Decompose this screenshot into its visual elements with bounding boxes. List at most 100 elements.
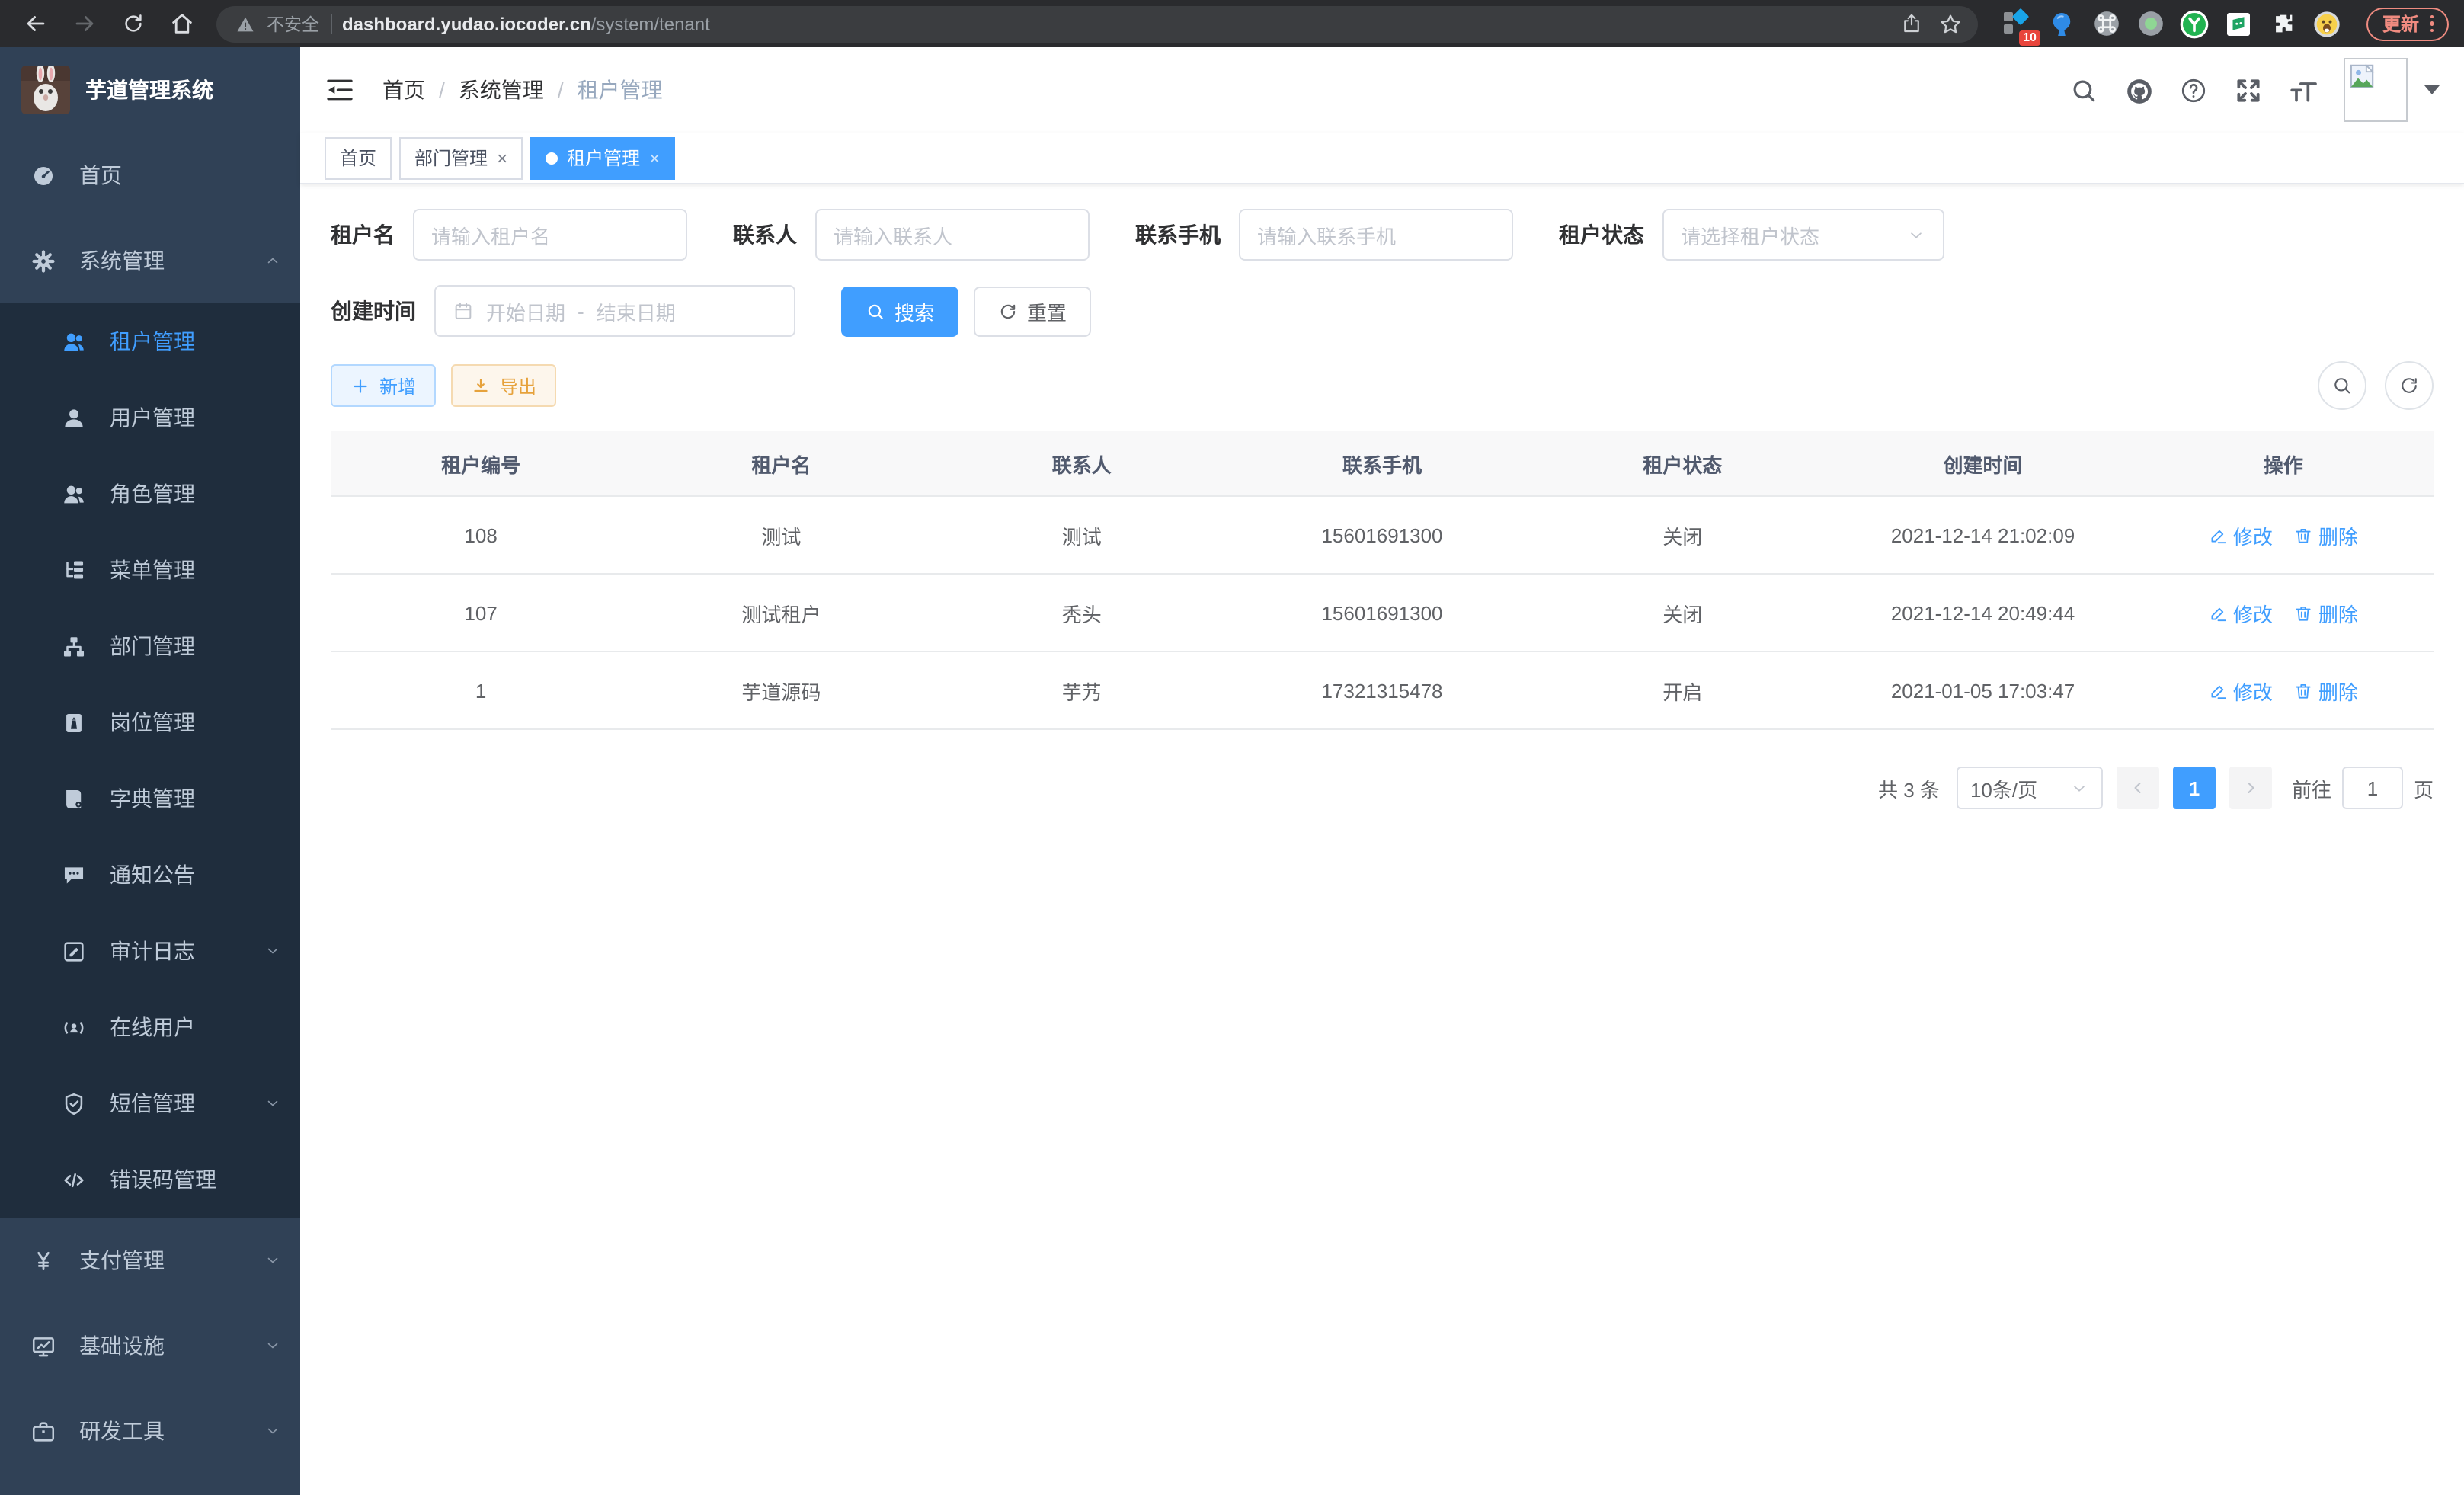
caret-down-icon[interactable] xyxy=(2424,85,2440,94)
sidebar-item-label: 菜单管理 xyxy=(110,555,195,585)
show-search-toggle-button[interactable] xyxy=(2318,361,2366,410)
fullscreen-icon[interactable] xyxy=(2234,75,2263,104)
sidebar-item-9[interactable]: 通知公告 xyxy=(0,837,300,913)
next-page-button[interactable] xyxy=(2229,767,2272,809)
extension-record-icon[interactable] xyxy=(2136,8,2166,39)
table-row-0: 108测试测试15601691300关闭2021-12-14 21:02:09修… xyxy=(331,496,2434,574)
sidebar-logo[interactable]: 芋道管理系统 xyxy=(0,47,300,133)
sidebar-toggle-icon[interactable] xyxy=(325,75,355,105)
calendar-icon xyxy=(453,300,474,322)
sidebar-item-1[interactable]: 系统管理 xyxy=(0,218,300,303)
refresh-table-button[interactable] xyxy=(2385,361,2434,410)
chrome-update-button[interactable]: 更新 xyxy=(2367,7,2449,40)
delete-link[interactable]: 删除 xyxy=(2294,520,2358,549)
more-kebab-icon[interactable] xyxy=(2430,15,2434,33)
pagination: 共 3 条 10条/页 1 前往 1 页 xyxy=(331,767,2434,809)
avatar[interactable] xyxy=(2344,58,2408,122)
extension-balloon-icon[interactable] xyxy=(2047,8,2078,39)
page-number-button[interactable]: 1 xyxy=(2173,767,2216,809)
sidebar-item-4[interactable]: 角色管理 xyxy=(0,456,300,532)
back-icon[interactable] xyxy=(15,4,55,43)
cell-id: 1 xyxy=(331,651,631,729)
contact-input[interactable]: 请输入联系人 xyxy=(815,209,1090,261)
security-label[interactable]: 不安全 xyxy=(267,11,319,36)
users-icon xyxy=(61,328,87,354)
sidebar-item-12[interactable]: 短信管理 xyxy=(0,1065,300,1141)
sidebar-item-6[interactable]: 部门管理 xyxy=(0,608,300,684)
column-header-4: 租户状态 xyxy=(1532,431,1832,496)
add-button[interactable]: 新增 xyxy=(331,364,436,407)
close-icon[interactable]: × xyxy=(649,149,660,167)
url-bar[interactable]: 不安全 dashboard.yudao.iocoder.cn/system/te… xyxy=(216,5,1979,42)
cell-status: 关闭 xyxy=(1532,496,1832,574)
sidebar-item-8[interactable]: 字典管理 xyxy=(0,760,300,837)
reload-icon[interactable] xyxy=(113,4,152,43)
edit-link[interactable]: 修改 xyxy=(2209,520,2273,549)
sidebar-item-3[interactable]: 用户管理 xyxy=(0,379,300,456)
search-icon xyxy=(2331,375,2353,396)
search-button[interactable]: 搜索 xyxy=(841,286,958,336)
chevron-down-icon xyxy=(2069,778,2089,798)
reset-button[interactable]: 重置 xyxy=(974,286,1091,336)
breadcrumb-item-1[interactable]: 系统管理/ xyxy=(459,75,564,105)
sidebar-item-16[interactable]: 研发工具 xyxy=(0,1388,300,1474)
github-icon[interactable] xyxy=(2124,75,2153,104)
extension-command-icon[interactable] xyxy=(2091,8,2122,39)
font-size-icon[interactable] xyxy=(2289,75,2318,104)
sidebar-item-5[interactable]: 菜单管理 xyxy=(0,532,300,608)
close-icon[interactable]: × xyxy=(497,149,507,167)
sidebar-item-13[interactable]: 错误码管理 xyxy=(0,1141,300,1218)
edit-link[interactable]: 修改 xyxy=(2209,676,2273,705)
sidebar-item-10[interactable]: 审计日志 xyxy=(0,913,300,989)
date-range-input[interactable]: 开始日期 - 结束日期 xyxy=(434,285,795,337)
home-icon[interactable] xyxy=(162,4,201,43)
profile-avatar-icon[interactable] xyxy=(2312,8,2343,39)
sidebar-item-14[interactable]: 支付管理 xyxy=(0,1218,300,1303)
breadcrumb-item-0[interactable]: 首页/ xyxy=(382,75,445,105)
header-search-icon[interactable] xyxy=(2069,75,2098,104)
star-icon[interactable] xyxy=(1939,11,1963,36)
export-button[interactable]: 导出 xyxy=(451,364,556,407)
sidebar-item-0[interactable]: 首页 xyxy=(0,133,300,218)
goto-page-input[interactable]: 1 xyxy=(2342,767,2403,809)
delete-icon xyxy=(2294,680,2314,700)
sidebar-item-2[interactable]: 租户管理 xyxy=(0,303,300,379)
extension-y-icon[interactable] xyxy=(2180,8,2210,39)
edit-label: 修改 xyxy=(2233,520,2273,549)
status-select[interactable]: 请选择租户状态 xyxy=(1662,209,1944,261)
sidebar-item-label: 角色管理 xyxy=(110,479,195,509)
edit-link[interactable]: 修改 xyxy=(2209,598,2273,627)
tab-tag-0[interactable]: 首页 xyxy=(325,136,392,179)
sidebar-item-7[interactable]: 岗位管理 xyxy=(0,684,300,760)
forward-icon[interactable] xyxy=(64,4,104,43)
logo-image xyxy=(21,66,70,114)
sidebar-item-15[interactable]: 基础设施 xyxy=(0,1303,300,1388)
sidebar-item-label: 租户管理 xyxy=(110,326,195,357)
extension-adblock-icon[interactable]: 10 xyxy=(2003,8,2034,39)
page-size-select[interactable]: 10条/页 xyxy=(1957,767,2103,809)
tenant-name-input[interactable]: 请输入租户名 xyxy=(413,209,687,261)
tab-tag-1[interactable]: 部门管理× xyxy=(399,136,523,179)
cell-status: 关闭 xyxy=(1532,574,1832,651)
breadcrumb-label: 租户管理 xyxy=(578,75,663,105)
delete-link[interactable]: 删除 xyxy=(2294,676,2358,705)
extension-chat-icon[interactable] xyxy=(2224,8,2254,39)
tab-tag-2[interactable]: 租户管理× xyxy=(530,136,675,179)
badge-icon xyxy=(61,709,87,735)
tenant-name-label: 租户名 xyxy=(331,219,395,250)
chevron-right-icon xyxy=(2242,779,2260,797)
sidebar-item-11[interactable]: 在线用户 xyxy=(0,989,300,1065)
url-path: /system/tenant xyxy=(591,13,710,34)
column-header-2: 联系人 xyxy=(932,431,1232,496)
online-icon xyxy=(61,1014,87,1040)
users-icon xyxy=(61,481,87,507)
delete-link[interactable]: 删除 xyxy=(2294,598,2358,627)
phone-input[interactable]: 请输入联系手机 xyxy=(1239,209,1513,261)
help-icon[interactable] xyxy=(2179,75,2208,104)
prev-page-button[interactable] xyxy=(2117,767,2159,809)
share-icon[interactable] xyxy=(1901,12,1924,35)
cell-name: 测试租户 xyxy=(631,574,931,651)
extensions-puzzle-icon[interactable] xyxy=(2268,8,2299,39)
infra-icon xyxy=(30,1333,56,1359)
breadcrumb-separator: / xyxy=(439,78,445,102)
